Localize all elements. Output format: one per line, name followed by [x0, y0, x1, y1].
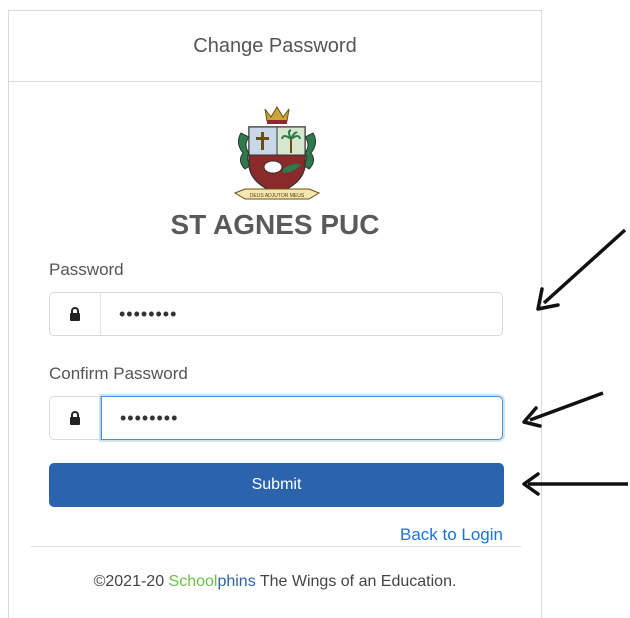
organization-name: ST AGNES PUC [170, 209, 380, 240]
school-crest-icon: DEUS ADJUTOR MEUS [233, 106, 321, 200]
confirm-password-field[interactable] [101, 396, 503, 440]
arrow-pointer-icon [536, 228, 627, 311]
password-input-group [49, 292, 503, 336]
footer-copyright: ©2021-20 Schoolphins The Wings of an Edu… [9, 573, 541, 591]
footer-suffix: The Wings of an Education. [255, 573, 457, 590]
card-header: Change Password [9, 11, 541, 82]
footer-divider [31, 546, 521, 547]
lock-icon [50, 397, 101, 439]
brand-phins: phins [217, 573, 256, 590]
password-field[interactable] [101, 293, 502, 335]
svg-text:DEUS ADJUTOR MEUS: DEUS ADJUTOR MEUS [250, 193, 305, 199]
brand-school: School [168, 573, 218, 590]
confirm-password-label: Confirm Password [49, 364, 188, 383]
lock-icon [50, 293, 101, 335]
arrow-pointer-icon [522, 472, 628, 496]
back-to-login-link[interactable]: Back to Login [400, 525, 503, 545]
confirm-password-input-group [49, 396, 503, 440]
page-title: Change Password [193, 34, 357, 57]
footer-prefix: ©2021-20 [93, 573, 169, 590]
submit-button[interactable]: Submit [49, 463, 504, 507]
change-password-card: Change Password DEUS ADJUTOR MEUS ST AGN… [8, 10, 542, 618]
password-label: Password [49, 260, 124, 279]
arrow-pointer-icon [522, 391, 604, 428]
